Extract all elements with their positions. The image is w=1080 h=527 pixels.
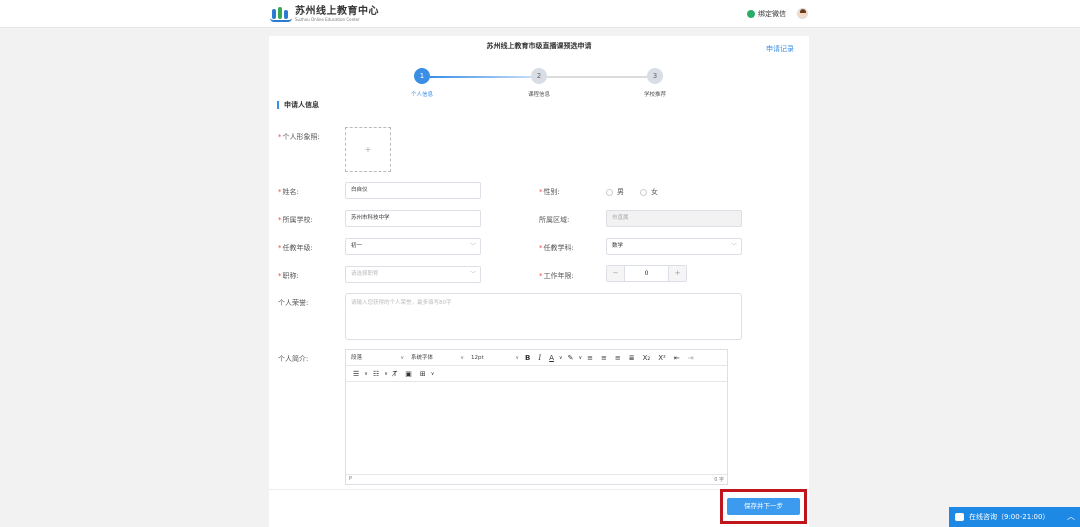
section-title: 申请人信息 bbox=[277, 100, 319, 110]
application-records-link[interactable]: 申请记录 bbox=[766, 44, 794, 54]
chevron-down-icon: ﹀ bbox=[469, 243, 476, 250]
step-1-label: 个人信息 bbox=[410, 92, 433, 98]
name-label: *姓名: bbox=[278, 188, 299, 196]
align-justify-icon[interactable]: ≣ bbox=[629, 352, 635, 364]
logo-subtitle: Suzhou Online Education Center bbox=[295, 17, 360, 22]
logo-icon bbox=[270, 6, 292, 22]
align-right-icon[interactable]: ≡ bbox=[615, 352, 621, 364]
site-logo[interactable]: 苏州线上教育中心 Suzhou Online Education Center bbox=[270, 5, 379, 23]
step-2-label: 课程信息 bbox=[527, 92, 550, 98]
gender-female-radio[interactable]: 女 bbox=[640, 187, 658, 197]
honor-textarea[interactable]: 请输入您获得的个人荣誉，最多填写80字 bbox=[345, 293, 742, 340]
indent-icon[interactable]: ⇥ bbox=[688, 352, 694, 364]
area-label: 所属区域: bbox=[539, 216, 570, 224]
section-title-text: 申请人信息 bbox=[284, 101, 319, 109]
school-label: *所属学校: bbox=[278, 216, 313, 224]
editor-word-count: 0 字 bbox=[714, 477, 724, 483]
superscript-icon[interactable]: X² bbox=[658, 352, 666, 364]
years-minus-button[interactable]: − bbox=[607, 266, 624, 281]
photo-label: *个人形象照: bbox=[278, 133, 320, 141]
grade-label: *任教年级: bbox=[278, 244, 313, 252]
save-next-button[interactable]: 保存并下一步 bbox=[727, 498, 800, 515]
outdent-icon[interactable]: ⇤ bbox=[674, 352, 680, 364]
chevron-up-icon[interactable]: ︿ bbox=[1067, 511, 1075, 522]
name-input[interactable]: 白自仪 bbox=[345, 182, 481, 199]
bold-icon[interactable]: B bbox=[525, 352, 530, 364]
editor-toolbar-row-1: 段落 ∨ 系统字体 ∨ 12pt ∨ B I A ∨ ✎ ∨ ≡ ≡ ≡ ≣ X₂ X… bbox=[346, 350, 727, 366]
font-size-dropdown[interactable]: 12pt ∨ bbox=[466, 352, 521, 364]
step-connector-2 bbox=[547, 76, 655, 78]
step-3-circle: 3 bbox=[647, 68, 663, 84]
years-value[interactable]: 0 bbox=[624, 266, 669, 281]
grade-select[interactable]: 初一 ﹀ bbox=[345, 238, 481, 255]
chevron-down-icon[interactable]: ∨ bbox=[384, 368, 388, 380]
honor-label: 个人荣誉: bbox=[278, 299, 309, 307]
image-icon[interactable]: ▣ bbox=[405, 368, 412, 380]
align-center-icon[interactable]: ≡ bbox=[601, 352, 607, 364]
gender-male-radio[interactable]: 男 bbox=[606, 187, 624, 197]
gender-label: *性别: bbox=[539, 188, 560, 196]
logo-title: 苏州线上教育中心 bbox=[295, 6, 379, 17]
bind-wechat-label: 绑定微信 bbox=[758, 10, 786, 18]
subscript-icon[interactable]: X₂ bbox=[643, 352, 651, 364]
chevron-down-icon: ﹀ bbox=[469, 271, 476, 278]
chevron-down-icon[interactable]: ∨ bbox=[578, 352, 582, 364]
bind-wechat-link[interactable]: 绑定微信 bbox=[747, 9, 786, 19]
photo-upload[interactable]: + bbox=[345, 127, 391, 172]
step-2-circle: 2 bbox=[531, 68, 547, 84]
chevron-down-icon[interactable]: ∨ bbox=[559, 352, 563, 364]
school-input[interactable]: 苏州市科技中学 bbox=[345, 210, 481, 227]
clear-format-icon[interactable]: T̸ bbox=[393, 368, 397, 380]
table-icon[interactable]: ⊞ bbox=[420, 368, 426, 380]
font-dropdown[interactable]: 系统字体 ∨ bbox=[406, 352, 466, 364]
chevron-down-icon: ﹀ bbox=[730, 243, 737, 250]
subject-label: *任教学科: bbox=[539, 244, 574, 252]
editor-path: P bbox=[349, 476, 353, 482]
chevron-down-icon: ∨ bbox=[515, 354, 519, 361]
chevron-down-icon: ∨ bbox=[400, 354, 404, 361]
consult-label: 在线咨询（9:00-21:00） bbox=[969, 513, 1050, 521]
application-card: 苏州线上教育市级直播课预选申请 申请记录 1 2 3 个人信息 课程信息 学校推… bbox=[269, 36, 809, 527]
years-stepper[interactable]: − 0 + bbox=[606, 265, 687, 282]
ordered-list-icon[interactable]: ☰ bbox=[353, 368, 359, 380]
intro-label: 个人简介: bbox=[278, 355, 309, 363]
bullet-list-icon[interactable]: ☷ bbox=[373, 368, 379, 380]
step-3-label: 学校推荐 bbox=[643, 92, 666, 98]
format-dropdown[interactable]: 段落 ∨ bbox=[346, 352, 406, 364]
step-connector-1 bbox=[430, 76, 539, 78]
top-bar: 苏州线上教育中心 Suzhou Online Education Center … bbox=[0, 0, 1080, 28]
editor-toolbar-row-2: ☰ ∨ ☷ ∨ T̸ ▣ ⊞ ∨ bbox=[346, 366, 727, 382]
page-title: 苏州线上教育市级直播课预选申请 bbox=[486, 42, 592, 50]
subject-select[interactable]: 数学 ﹀ bbox=[606, 238, 742, 255]
step-1-circle: 1 bbox=[414, 68, 430, 84]
years-label: *工作年限: bbox=[539, 272, 574, 280]
italic-icon[interactable]: I bbox=[538, 352, 541, 364]
chat-icon bbox=[955, 510, 964, 521]
wechat-icon bbox=[747, 10, 755, 18]
rich-text-editor: 段落 ∨ 系统字体 ∨ 12pt ∨ B I A ∨ ✎ ∨ ≡ ≡ ≡ ≣ X₂ X… bbox=[345, 349, 728, 485]
section-marker bbox=[277, 101, 279, 109]
area-input: 市直属 bbox=[606, 210, 742, 227]
user-avatar[interactable] bbox=[797, 8, 808, 19]
online-consult-bar[interactable]: 在线咨询（9:00-21:00） ︿ bbox=[949, 507, 1080, 527]
align-left-icon[interactable]: ≡ bbox=[587, 352, 593, 364]
text-color-icon[interactable]: A bbox=[549, 352, 554, 364]
chevron-down-icon[interactable]: ∨ bbox=[364, 368, 368, 380]
editor-body[interactable] bbox=[346, 383, 727, 474]
chevron-down-icon: ∨ bbox=[460, 354, 464, 361]
highlight-icon[interactable]: ✎ bbox=[568, 352, 574, 364]
editor-statusbar: P 0 字 bbox=[346, 474, 727, 484]
chevron-down-icon[interactable]: ∨ bbox=[431, 368, 435, 380]
years-plus-button[interactable]: + bbox=[669, 266, 686, 281]
title-label: *职称: bbox=[278, 272, 299, 280]
title-select[interactable]: 请选择职称 ﹀ bbox=[345, 266, 481, 283]
